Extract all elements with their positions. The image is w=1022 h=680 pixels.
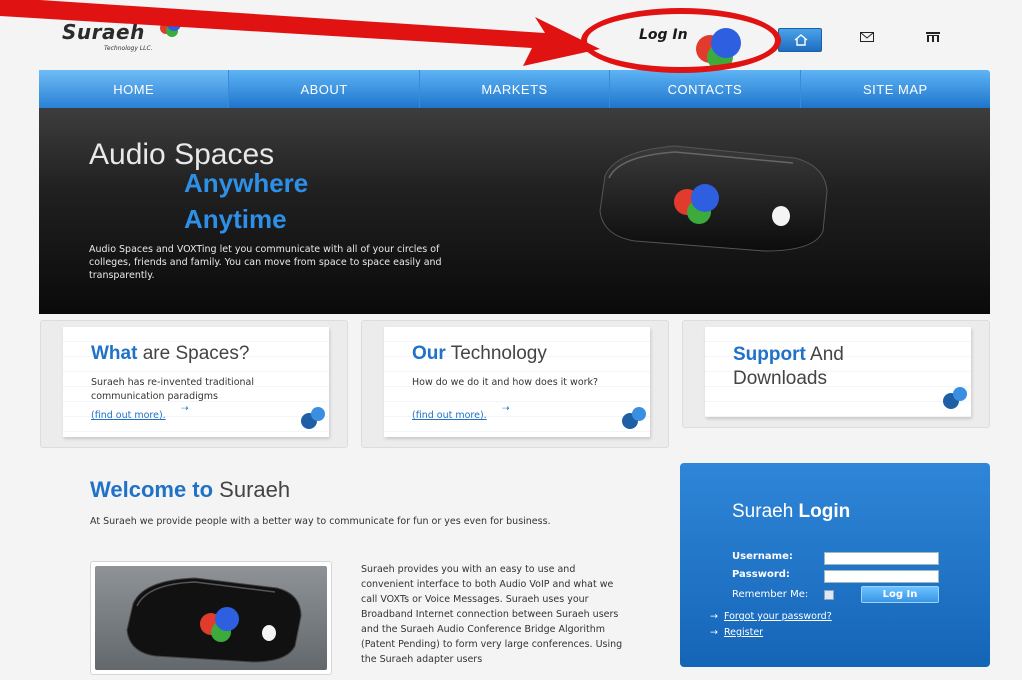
feature-title: What are Spaces? [91,343,249,365]
nav-item-about[interactable]: ABOUT [229,70,420,108]
dots-icon [622,407,646,429]
welcome-intro: At Suraeh we provide people with a bette… [90,516,551,527]
dots-icon [943,387,967,409]
register-row: → Register [710,627,763,638]
arrow-right-icon: ⇢ [502,404,510,414]
find-out-more-link[interactable]: (find out more). [91,410,166,421]
username-label: Username: [732,551,793,562]
main-nav: HOME ABOUT MARKETS CONTACTS SITE MAP [39,70,990,113]
remember-label: Remember Me: [732,589,809,600]
logo-balls-icon [160,17,181,37]
welcome-body: Suraeh provides you with an easy to use … [361,564,623,665]
nav-item-markets[interactable]: MARKETS [420,70,611,108]
welcome-heading-bold: Welcome to [90,477,214,502]
hero-subtitle-anywhere: Anywhere [184,168,309,198]
feature-title-bold: Our [412,343,446,364]
feature-title-rest: Technology [445,343,547,364]
register-link[interactable]: Register [724,627,763,638]
feature-title: Our Technology [412,343,547,365]
forgot-password-link[interactable]: Forgot your password? [724,611,832,622]
header-login-link[interactable]: Log In [639,27,688,43]
product-image-inner [95,566,327,670]
dots-icon [301,407,325,429]
sitemap-icon[interactable] [926,32,940,42]
login-panel: Suraeh Login Username: Password: Remembe… [680,463,990,667]
logo-text: Suraeh [62,20,145,44]
nav-item-contacts[interactable]: CONTACTS [610,70,801,108]
login-balls-icon [696,28,741,70]
device-photo [126,577,302,663]
feature-title-bold: Support [733,344,806,365]
home-icon [794,34,808,46]
username-field[interactable] [824,552,939,565]
forgot-password-row: → Forgot your password? [710,611,832,622]
site-logo[interactable]: Suraeh Technology LLC. [62,17,181,52]
login-title-rest: Login [793,501,851,522]
feature-title-rest: are Spaces? [137,343,250,364]
arrow-right-icon: → [710,611,718,622]
welcome-heading: Welcome to Suraeh [90,477,290,503]
login-title-brand: Suraeh [732,501,794,522]
home-button[interactable] [778,28,822,52]
password-field[interactable] [824,570,939,583]
remember-me-checkbox[interactable] [824,590,834,600]
feature-our-technology: Our Technology How do we do it and how d… [361,320,669,448]
arrow-right-icon: → [710,627,718,638]
page: Suraeh Technology LLC. Log In HOME ABOUT… [0,0,1022,680]
nav-item-home[interactable]: HOME [39,70,230,113]
welcome-heading-rest: Suraeh [213,477,291,502]
hero-banner: Audio Spaces Anywhere Anytime Audio Spac… [39,108,990,314]
device-image [599,145,828,252]
feature-what-are-spaces: What are Spaces? Suraeh has re-invented … [40,320,348,448]
password-label: Password: [732,569,790,580]
login-title: Suraeh Login [732,501,850,523]
hero-subtitle-anytime: Anytime [184,204,287,234]
feature-text: How do we do it and how does it work? [412,377,599,388]
arrow-right-icon: ⇢ [181,404,189,414]
feature-text: Suraeh has re-invented traditional commu… [91,377,254,402]
nav-item-site-map[interactable]: SITE MAP [801,70,990,108]
find-out-more-link[interactable]: (find out more). [412,410,487,421]
product-image [90,561,332,675]
logo-subtitle: Technology LLC. [104,45,153,52]
feature-title-bold: What [91,343,138,364]
hero-title: Audio Spaces [89,138,275,171]
feature-title: Support And Downloads [733,343,903,391]
hero-description: Audio Spaces and VOXTing let you communi… [89,244,442,281]
mail-icon[interactable] [860,32,874,42]
feature-support-downloads[interactable]: Support And Downloads [682,320,990,428]
login-button[interactable]: Log In [861,586,939,603]
